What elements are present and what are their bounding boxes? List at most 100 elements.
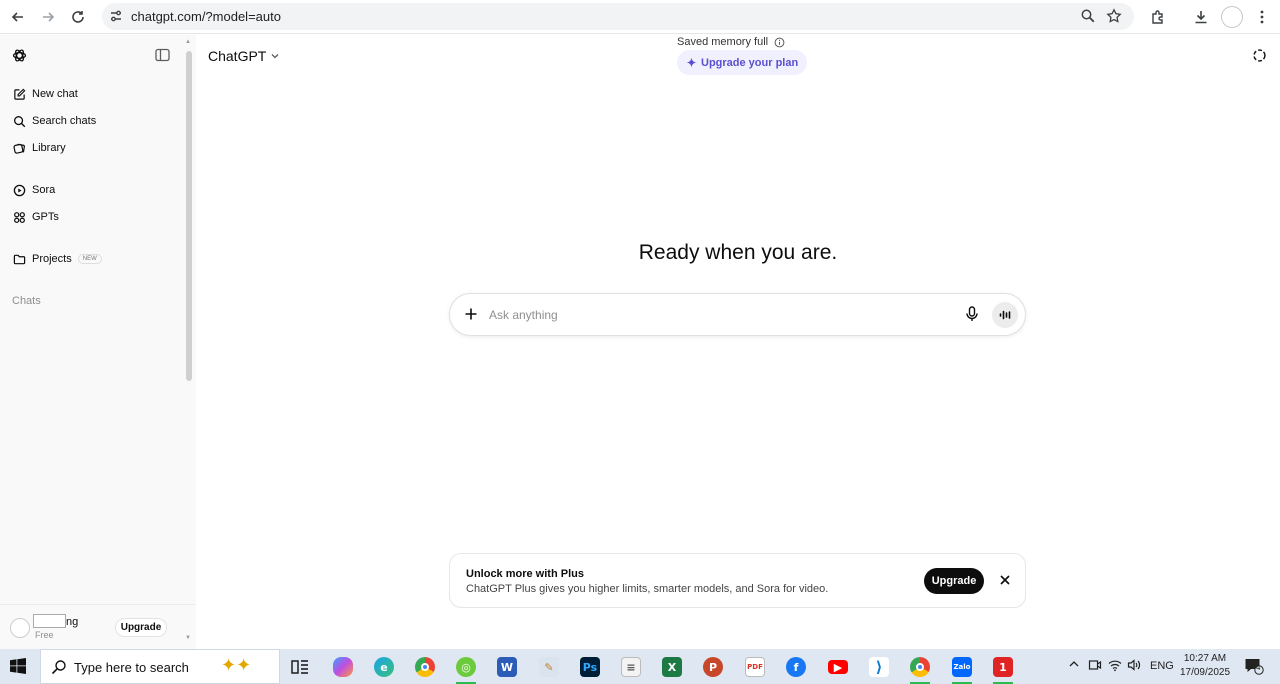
search-icon — [12, 114, 26, 128]
model-name: ChatGPT — [208, 48, 267, 64]
sidebar-item-new-chat[interactable]: New chat — [12, 84, 78, 104]
tray-language[interactable]: ENG — [1150, 660, 1174, 672]
taskbar-pdf[interactable]: PDF — [742, 654, 768, 680]
sidebar-item-search-chats[interactable]: Search chats — [12, 111, 96, 131]
back-button[interactable] — [7, 6, 29, 28]
start-button[interactable] — [10, 658, 26, 679]
plus-icon — [465, 308, 477, 320]
sidebar-item-projects[interactable]: Projects NEW — [12, 249, 102, 269]
openai-logo-button[interactable] — [11, 47, 28, 69]
taskbar-zalo[interactable]: Zalo — [949, 654, 975, 684]
site-settings-icon[interactable] — [108, 8, 124, 24]
sidebar-upgrade-button[interactable]: Upgrade — [115, 618, 167, 637]
zalo-icon: Zalo — [952, 657, 972, 677]
taskbar-word[interactable]: W — [494, 654, 520, 680]
taskbar-edge[interactable]: e — [371, 654, 397, 680]
arrow-left-icon — [11, 12, 23, 22]
windows-logo-icon — [10, 658, 26, 674]
sidebar-scroll-thumb[interactable] — [186, 51, 192, 381]
taskbar-search[interactable]: Type here to search ✦✦ — [40, 649, 280, 684]
temporary-chat-button[interactable] — [1252, 48, 1267, 68]
browser-menu-button[interactable] — [1251, 6, 1273, 28]
taskbar-youtube[interactable]: ▶ — [825, 654, 851, 680]
taskbar-copilot[interactable] — [330, 654, 356, 680]
taskbar-facebook[interactable]: f — [783, 654, 809, 680]
extensions-button[interactable] — [1147, 6, 1169, 28]
memory-notice-text: Saved memory full — [677, 36, 769, 48]
taskbar-photoshop[interactable]: Ps — [577, 654, 603, 680]
taskbar-chrome[interactable] — [412, 654, 438, 680]
promo-description: ChatGPT Plus gives you higher limits, sm… — [466, 583, 829, 595]
hero-heading: Ready when you are. — [638, 241, 838, 264]
taskbar-paint[interactable]: ✎ — [536, 654, 562, 680]
openai-logo-icon — [12, 49, 27, 62]
taskbar-app-red[interactable]: 1 — [990, 654, 1016, 684]
copilot-icon — [333, 657, 353, 677]
arrow-right-icon — [43, 12, 55, 22]
profile-button[interactable] — [1221, 6, 1243, 28]
tray-clock[interactable]: 10:27 AM 17/09/2025 — [1176, 652, 1234, 680]
prompt-input[interactable] — [489, 305, 929, 325]
attach-button[interactable] — [463, 306, 479, 327]
model-selector[interactable]: ChatGPT — [208, 48, 280, 64]
forward-button[interactable] — [37, 6, 59, 28]
paint-brush-icon: ✎ — [539, 657, 559, 677]
taskbar-excel[interactable]: X — [659, 654, 685, 680]
taskbar-chrome-profile[interactable] — [907, 654, 933, 684]
puzzle-icon — [1152, 10, 1163, 24]
taskbar-powerpoint[interactable]: P — [700, 654, 726, 680]
search-icon — [51, 660, 66, 675]
upgrade-plan-button[interactable]: Upgrade your plan — [677, 50, 808, 75]
notification-count: 4 — [1256, 663, 1261, 672]
images-icon — [12, 141, 26, 155]
notification-center-button[interactable]: 4 — [1244, 657, 1264, 680]
sidebar-toggle-button[interactable] — [155, 48, 170, 67]
bookmark-star-icon[interactable] — [1106, 8, 1122, 24]
promo-upgrade-button[interactable]: Upgrade — [924, 568, 984, 594]
taskbar-notepad[interactable]: ≡ — [618, 654, 644, 680]
sidebar: New chat Search chats Library Sora GPTs … — [0, 35, 196, 649]
word-icon: W — [497, 657, 517, 677]
memory-notice: Saved memory full — [677, 36, 785, 48]
task-view-button[interactable] — [287, 654, 313, 680]
clock-date: 17/09/2025 — [1179, 667, 1231, 678]
user-name: ng — [66, 616, 79, 628]
sidebar-item-label: GPTs — [32, 211, 59, 223]
browser-toolbar: chatgpt.com/?model=auto — [0, 0, 1280, 34]
address-bar[interactable]: chatgpt.com/?model=auto — [102, 3, 1134, 30]
app-red-icon: 1 — [993, 657, 1013, 677]
url-text[interactable]: chatgpt.com/?model=auto — [131, 9, 281, 24]
info-icon[interactable] — [774, 37, 785, 48]
microphone-icon — [966, 306, 978, 321]
chrome-icon — [415, 657, 435, 677]
excel-icon: X — [662, 657, 682, 677]
play-circle-icon — [12, 183, 26, 197]
avatar[interactable] — [10, 618, 30, 638]
tray-chevron-up-icon[interactable] — [1068, 658, 1080, 673]
user-account-row[interactable]: ng Free Upgrade — [0, 604, 196, 649]
close-icon — [1000, 575, 1010, 585]
sidebar-item-library[interactable]: Library — [12, 138, 66, 158]
dictate-button[interactable] — [965, 306, 979, 327]
plus-promo-banner: Unlock more with Plus ChatGPT Plus gives… — [449, 553, 1026, 608]
downloads-button[interactable] — [1190, 6, 1212, 28]
voice-mode-button[interactable] — [992, 302, 1018, 328]
sidebar-item-label: Sora — [32, 184, 56, 196]
tray-meet-icon[interactable] — [1088, 658, 1102, 675]
sidebar-item-sora[interactable]: Sora — [12, 180, 55, 200]
scroll-up-arrow-icon[interactable]: ▲ — [185, 39, 191, 45]
voice-waveform-icon — [999, 310, 1010, 320]
reload-button[interactable] — [67, 6, 89, 28]
promo-close-button[interactable] — [999, 573, 1011, 591]
powerpoint-icon: P — [703, 657, 723, 677]
taskbar-app-green[interactable]: ◎ — [453, 654, 479, 684]
tray-volume-icon[interactable] — [1127, 658, 1141, 675]
tray-wifi-icon[interactable] — [1108, 658, 1122, 675]
reload-icon — [72, 11, 84, 23]
composer[interactable] — [449, 293, 1026, 336]
user-plan: Free — [35, 630, 54, 640]
pdf-icon: PDF — [745, 657, 765, 677]
zoom-icon[interactable] — [1080, 8, 1096, 24]
sidebar-item-gpts[interactable]: GPTs — [12, 207, 59, 227]
taskbar-vscode[interactable]: ⟩ — [866, 654, 892, 680]
